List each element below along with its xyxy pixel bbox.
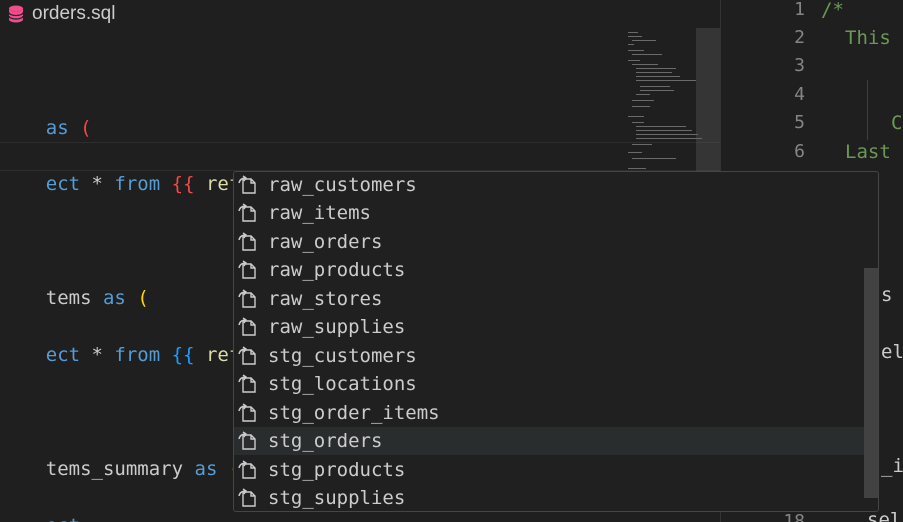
comment-text: This	[845, 27, 891, 49]
line-number: 3	[794, 55, 805, 76]
suggestion-label: stg_supplies	[268, 487, 406, 509]
line-number: 6	[794, 141, 805, 162]
file-reference-icon	[238, 374, 256, 393]
line-number: 5	[794, 112, 805, 133]
suggestion-item[interactable]: raw_stores	[234, 285, 864, 313]
code-line: as (	[45, 117, 92, 139]
suggestion-label: raw_customers	[268, 174, 417, 196]
line-number: 2	[794, 27, 805, 48]
suggestion-label: raw_orders	[268, 231, 383, 253]
editor-tab[interactable]: orders.sql	[0, 0, 115, 28]
suggestion-item[interactable]: stg_order_items	[234, 399, 864, 427]
suggestion-label: raw_items	[268, 202, 371, 224]
line-number: 1	[794, 0, 805, 20]
suggestion-label: stg_products	[268, 459, 406, 481]
file-reference-icon	[238, 317, 256, 336]
code-line: ect	[0, 484, 80, 522]
suggestion-item[interactable]: raw_customers	[234, 172, 864, 199]
code-line-current: ect * from {{ ref(''	[0, 142, 277, 196]
suggestion-label: raw_supplies	[268, 316, 406, 338]
file-reference-icon	[238, 203, 256, 222]
comment-text: Last	[845, 141, 891, 163]
file-reference-icon	[238, 403, 256, 422]
code-line: tems_summary as (	[45, 458, 241, 480]
suggestion-label: stg_customers	[268, 345, 417, 367]
suggestion-item[interactable]: raw_items	[234, 199, 864, 227]
indent-guide	[867, 80, 868, 140]
suggestions-scrollbar[interactable]	[864, 268, 878, 498]
suggestion-item[interactable]: raw_orders	[234, 228, 864, 256]
file-reference-icon	[238, 346, 256, 365]
suggestion-item-selected[interactable]: stg_orders	[234, 427, 864, 455]
line-number: 4	[794, 84, 805, 105]
file-reference-icon	[238, 488, 256, 507]
suggestion-item[interactable]: raw_products	[234, 256, 864, 284]
suggestion-label: stg_orders	[268, 430, 383, 452]
suggestion-item[interactable]: raw_supplies	[234, 313, 864, 341]
file-reference-icon	[238, 175, 256, 194]
autocomplete-suggestions[interactable]: raw_customers raw_items raw_orders raw_p…	[233, 171, 879, 512]
code-text: _i	[881, 455, 903, 477]
file-reference-icon	[238, 289, 256, 308]
suggestion-label: raw_stores	[268, 288, 383, 310]
file-reference-icon	[238, 232, 256, 251]
suggestion-item[interactable]: stg_products	[234, 456, 864, 484]
suggestion-label: raw_products	[268, 259, 406, 281]
file-reference-icon	[238, 460, 256, 479]
database-icon	[8, 5, 24, 23]
code-text: s	[881, 284, 893, 306]
tab-filename: orders.sql	[32, 3, 116, 24]
comment-text: C	[891, 112, 903, 134]
code-line: tems as (	[45, 287, 149, 309]
suggestion-item[interactable]: stg_supplies	[234, 484, 864, 511]
code-text: el	[881, 341, 903, 363]
comment-text: /*	[821, 0, 844, 21]
suggestion-item[interactable]: stg_locations	[234, 370, 864, 398]
file-reference-icon	[238, 260, 256, 279]
file-reference-icon	[238, 431, 256, 450]
suggestion-label: stg_locations	[268, 373, 417, 395]
suggestion-item[interactable]: stg_customers	[234, 342, 864, 370]
suggestion-label: stg_order_items	[268, 402, 440, 424]
